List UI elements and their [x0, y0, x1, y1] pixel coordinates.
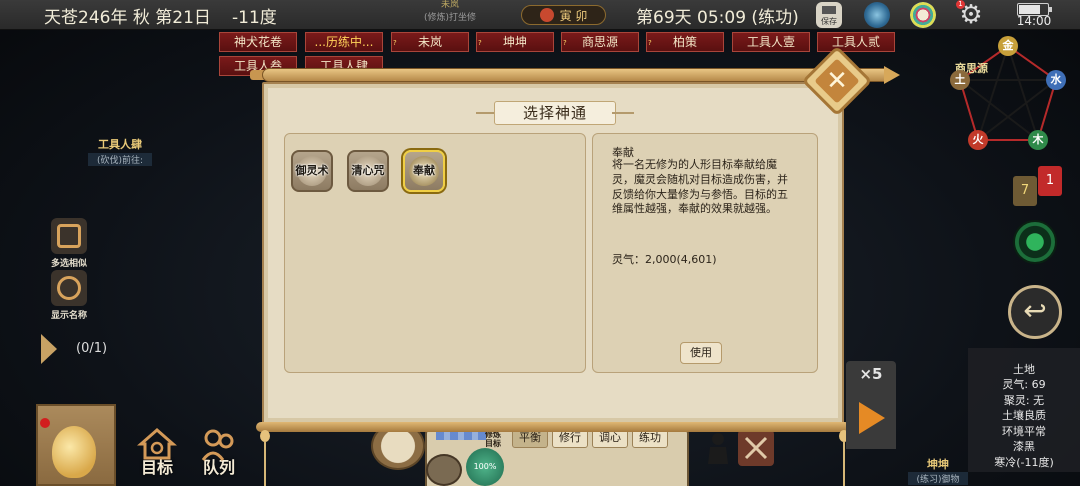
skill-name: 清心咒: [351, 164, 385, 177]
skill-name: 奉献: [413, 164, 435, 177]
dialog-title-frame: 选择神通: [476, 101, 634, 125]
scroll-top-rod: [262, 68, 892, 82]
use-button[interactable]: 使用: [680, 342, 722, 364]
element-earth: 土: [950, 70, 970, 90]
cultivation-gear-icon[interactable]: [426, 454, 462, 486]
battery-fill: [1019, 5, 1040, 14]
tab-label: 工具人壹: [746, 35, 795, 49]
tab-character[interactable]: ? 商思源: [561, 32, 639, 52]
tab-label: 工具人贰: [831, 35, 880, 49]
multi-select-label: 多选相似: [50, 259, 87, 269]
save-label: 保存: [821, 17, 837, 26]
multi-select-button[interactable]: 多选相似: [44, 218, 94, 269]
tile-stat: 寒冷(-11度): [994, 455, 1054, 469]
tab-label: 神犬花卷: [233, 35, 282, 49]
show-names-label: 显示名称: [50, 311, 87, 321]
time-of-day-clock: 寅 卯: [521, 5, 606, 25]
tab-character[interactable]: ? 坤坤: [476, 32, 554, 52]
ranking-icon[interactable]: [864, 2, 890, 28]
npc-name: 工具人肆: [98, 138, 142, 151]
element-fire: 火: [968, 130, 988, 150]
detail-cost: 灵气：2,000(4,601): [612, 253, 717, 266]
queue-button[interactable]: 队列: [194, 426, 244, 478]
tab-character[interactable]: ? 柏策: [646, 32, 724, 52]
tab-marker: ?: [393, 39, 397, 47]
message-badge-yellow[interactable]: 7: [1013, 176, 1037, 206]
tab-label: 商思源: [581, 35, 618, 49]
element-wood: 木: [1028, 130, 1048, 150]
person-silhouette-icon[interactable]: [700, 430, 736, 466]
multi-select-icon: [51, 218, 87, 254]
tab-label: 坤坤: [502, 35, 527, 49]
npc-label-left[interactable]: 工具人肆 (砍伐)前往:: [88, 136, 152, 166]
palette-icon[interactable]: [910, 2, 936, 28]
tile-stat: 土壤良质: [1002, 409, 1046, 422]
phone-time: 14:00: [1016, 14, 1052, 28]
tab-label: 未岚: [417, 35, 442, 49]
page-count: (0/1): [76, 341, 108, 356]
skill-slot[interactable]: 御灵术: [291, 150, 333, 192]
tab-character[interactable]: ...历练中...: [305, 32, 383, 52]
npc-status: (砍伐)前往:: [88, 153, 152, 166]
show-names-button[interactable]: 显示名称: [44, 270, 94, 321]
notification-dot: [40, 418, 50, 428]
speed-multiplier[interactable]: ×5: [846, 361, 896, 387]
scroll-bottom-rod: [256, 422, 850, 432]
tab-character[interactable]: 工具人贰: [817, 32, 895, 52]
element-water: 水: [1046, 70, 1066, 90]
target-house-icon: [137, 428, 177, 460]
close-icon[interactable]: ✕: [812, 56, 862, 106]
play-speed-button[interactable]: [846, 387, 896, 449]
progress-orb: 100%: [466, 448, 504, 486]
tab-label: 柏策: [672, 35, 697, 49]
back-arrow-button[interactable]: ↩: [1008, 285, 1062, 339]
tab-character[interactable]: 工具人壹: [732, 32, 810, 52]
npc-label-right[interactable]: 坤坤 (练习)御物: [908, 456, 968, 485]
top-npc-name: 未岚: [440, 0, 459, 10]
game-screen: 天苍246年 秋 第21日 -11度 未岚 (修炼)打坐修 寅 卯 第69天 0…: [0, 0, 1080, 486]
tab-marker: ?: [478, 39, 482, 47]
day-time: 第69天 05:09 (练功): [636, 8, 799, 28]
clock-label: 寅 卯: [559, 8, 588, 23]
sun-icon: [539, 8, 554, 22]
expand-arrow-icon[interactable]: [41, 334, 57, 364]
taiji-icon[interactable]: [1013, 220, 1057, 264]
game-date: 天苍246年 秋 第21日: [44, 8, 211, 28]
tab-marker: ?: [563, 39, 567, 47]
detail-description: 将一名无修为的人形目标奉献给魔灵，魔灵会随机对目标造成伤害，并反馈给你大量修为与…: [612, 158, 788, 216]
npc-name: 坤坤: [927, 458, 949, 471]
gourd-icon: [52, 426, 96, 478]
target-button[interactable]: 目标: [132, 426, 182, 478]
hand-stop-icon[interactable]: [738, 430, 774, 466]
skill-slot[interactable]: 清心咒: [347, 150, 389, 192]
element-metal: 金: [998, 36, 1018, 56]
tile-stat: 漆黑: [1013, 440, 1035, 453]
tile-stats-panel: 土地 灵气: 69 聚灵: 无 土壤良质 环境平常 漆黑 寒冷(-11度): [968, 348, 1080, 472]
tassel-left: [260, 430, 270, 486]
dialog-title: 选择神通: [494, 101, 616, 125]
tab-marker: ?: [648, 39, 652, 47]
tile-stat: 灵气: 69: [1002, 378, 1046, 391]
tab-character[interactable]: 神犬花卷: [219, 32, 297, 52]
cancel-icon: [744, 436, 768, 460]
cultivate-target-label: 修炼目标: [485, 430, 501, 448]
alert-badge: 1: [956, 0, 965, 9]
scroll-rod-arrow: [884, 66, 900, 84]
tile-stat: 环境平常: [1002, 424, 1046, 438]
top-npc-status: (修炼)打坐修: [423, 13, 477, 23]
npc-status: (练习)御物: [908, 472, 968, 485]
skill-name: 御灵术: [295, 164, 329, 177]
temperature: -11度: [232, 8, 277, 28]
top-npc-info[interactable]: 未岚 (修炼)打坐修: [400, 0, 500, 23]
tile-stat: 聚灵: 无: [1003, 393, 1045, 407]
skill-slot-selected[interactable]: 奉献: [403, 150, 445, 192]
inventory-gourd-button[interactable]: [36, 404, 116, 486]
message-badge-red[interactable]: 1: [1038, 166, 1062, 196]
eye-icon: [51, 270, 87, 306]
tab-label: ...历练中...: [314, 35, 374, 49]
people-icon: [201, 429, 234, 461]
tile-title: 土地: [1013, 363, 1035, 376]
tab-character[interactable]: ? 未岚: [391, 32, 469, 52]
